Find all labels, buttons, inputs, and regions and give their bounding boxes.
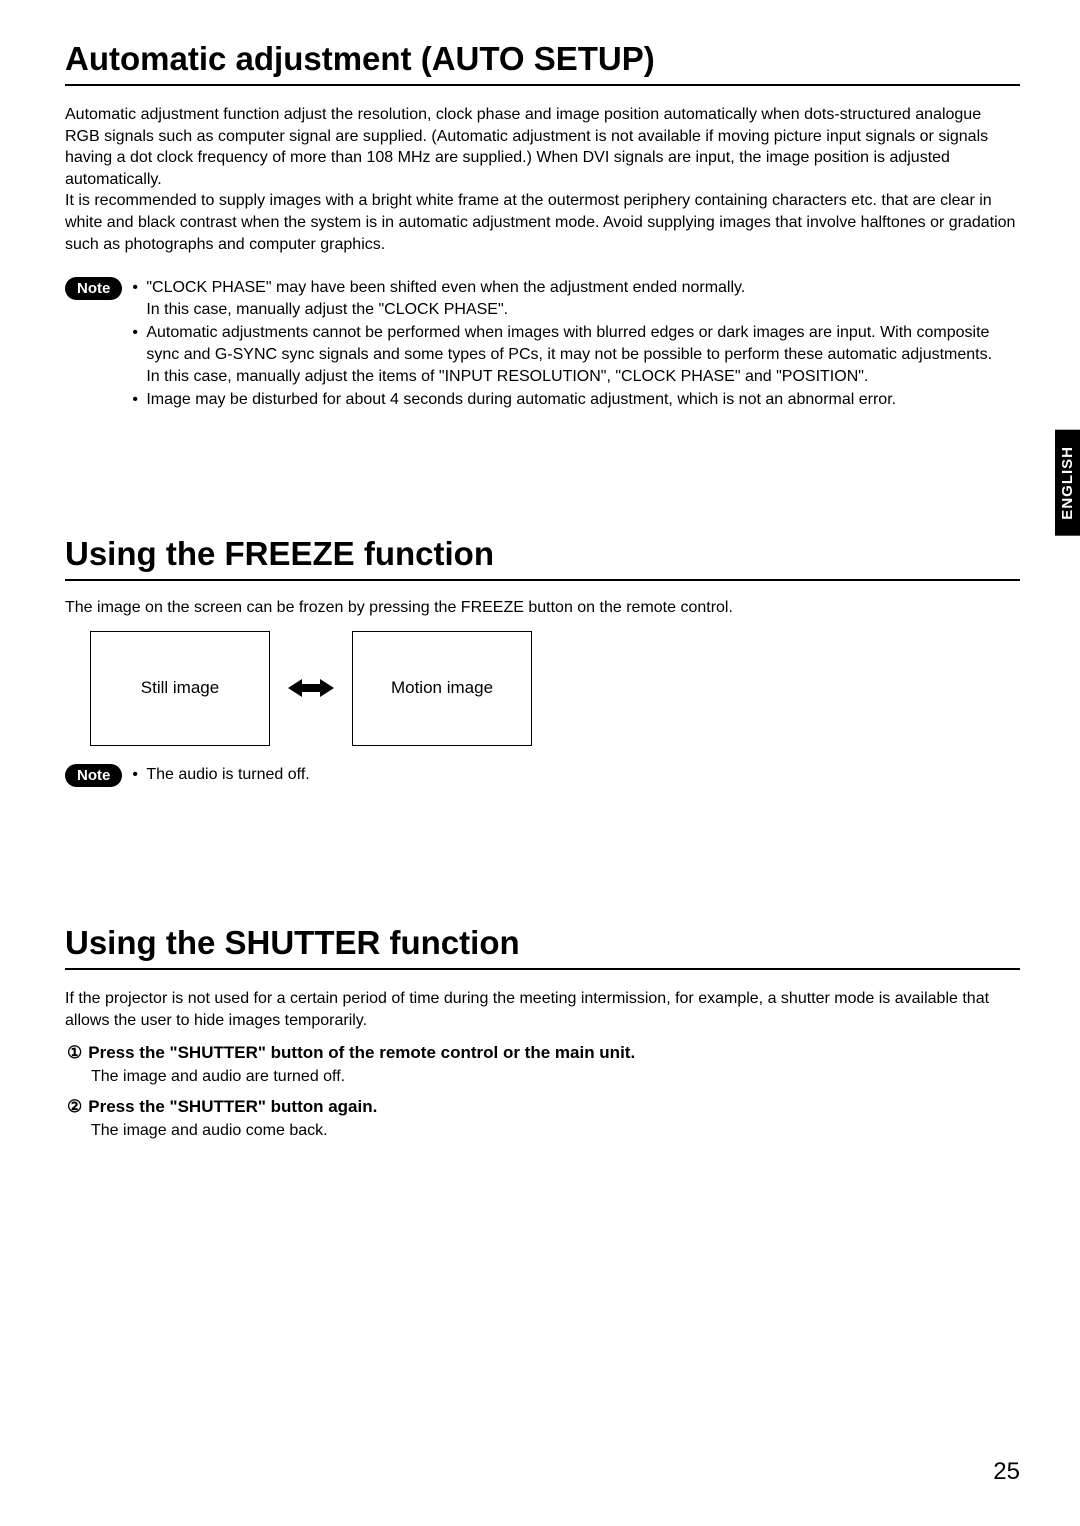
note-badge: Note xyxy=(65,764,122,787)
step-1: ① Press the "SHUTTER" button of the remo… xyxy=(67,1042,1020,1064)
motion-image-box: Motion image xyxy=(352,631,532,746)
section1-paragraph: Automatic adjustment function adjust the… xyxy=(65,104,1020,255)
still-image-box: Still image xyxy=(90,631,270,746)
step-number-icon: ① xyxy=(67,1042,82,1064)
section1-note-row: Note "CLOCK PHASE" may have been shifted… xyxy=(65,277,1020,413)
note-item: The audio is turned off. xyxy=(132,764,309,786)
step-body: The image and audio are turned off. xyxy=(91,1068,1020,1086)
section2-note-row: Note The audio is turned off. xyxy=(65,764,1020,788)
step-title: Press the "SHUTTER" button of the remote… xyxy=(88,1042,635,1064)
note-item: Automatic adjustments cannot be performe… xyxy=(132,322,1020,387)
section2-intro: The image on the screen can be frozen by… xyxy=(65,599,1020,617)
section3-intro: If the projector is not used for a certa… xyxy=(65,988,1020,1031)
step-number-icon: ② xyxy=(67,1096,82,1118)
double-arrow-icon xyxy=(288,678,334,698)
language-tab: ENGLISH xyxy=(1055,430,1080,536)
section1-note-list: "CLOCK PHASE" may have been shifted even… xyxy=(132,277,1020,413)
section2-heading: Using the FREEZE function xyxy=(65,535,1020,581)
note-badge: Note xyxy=(65,277,122,300)
step-title: Press the "SHUTTER" button again. xyxy=(88,1096,377,1118)
section2-note-list: The audio is turned off. xyxy=(132,764,309,788)
note-item: Image may be disturbed for about 4 secon… xyxy=(132,389,1020,411)
section1-heading: Automatic adjustment (AUTO SETUP) xyxy=(65,40,1020,86)
step-body: The image and audio come back. xyxy=(91,1122,1020,1140)
page-number: 25 xyxy=(993,1458,1020,1486)
freeze-diagram: Still image Motion image xyxy=(90,631,1020,746)
section3-heading: Using the SHUTTER function xyxy=(65,924,1020,970)
step-2: ② Press the "SHUTTER" button again. xyxy=(67,1096,1020,1118)
note-item: "CLOCK PHASE" may have been shifted even… xyxy=(132,277,1020,320)
